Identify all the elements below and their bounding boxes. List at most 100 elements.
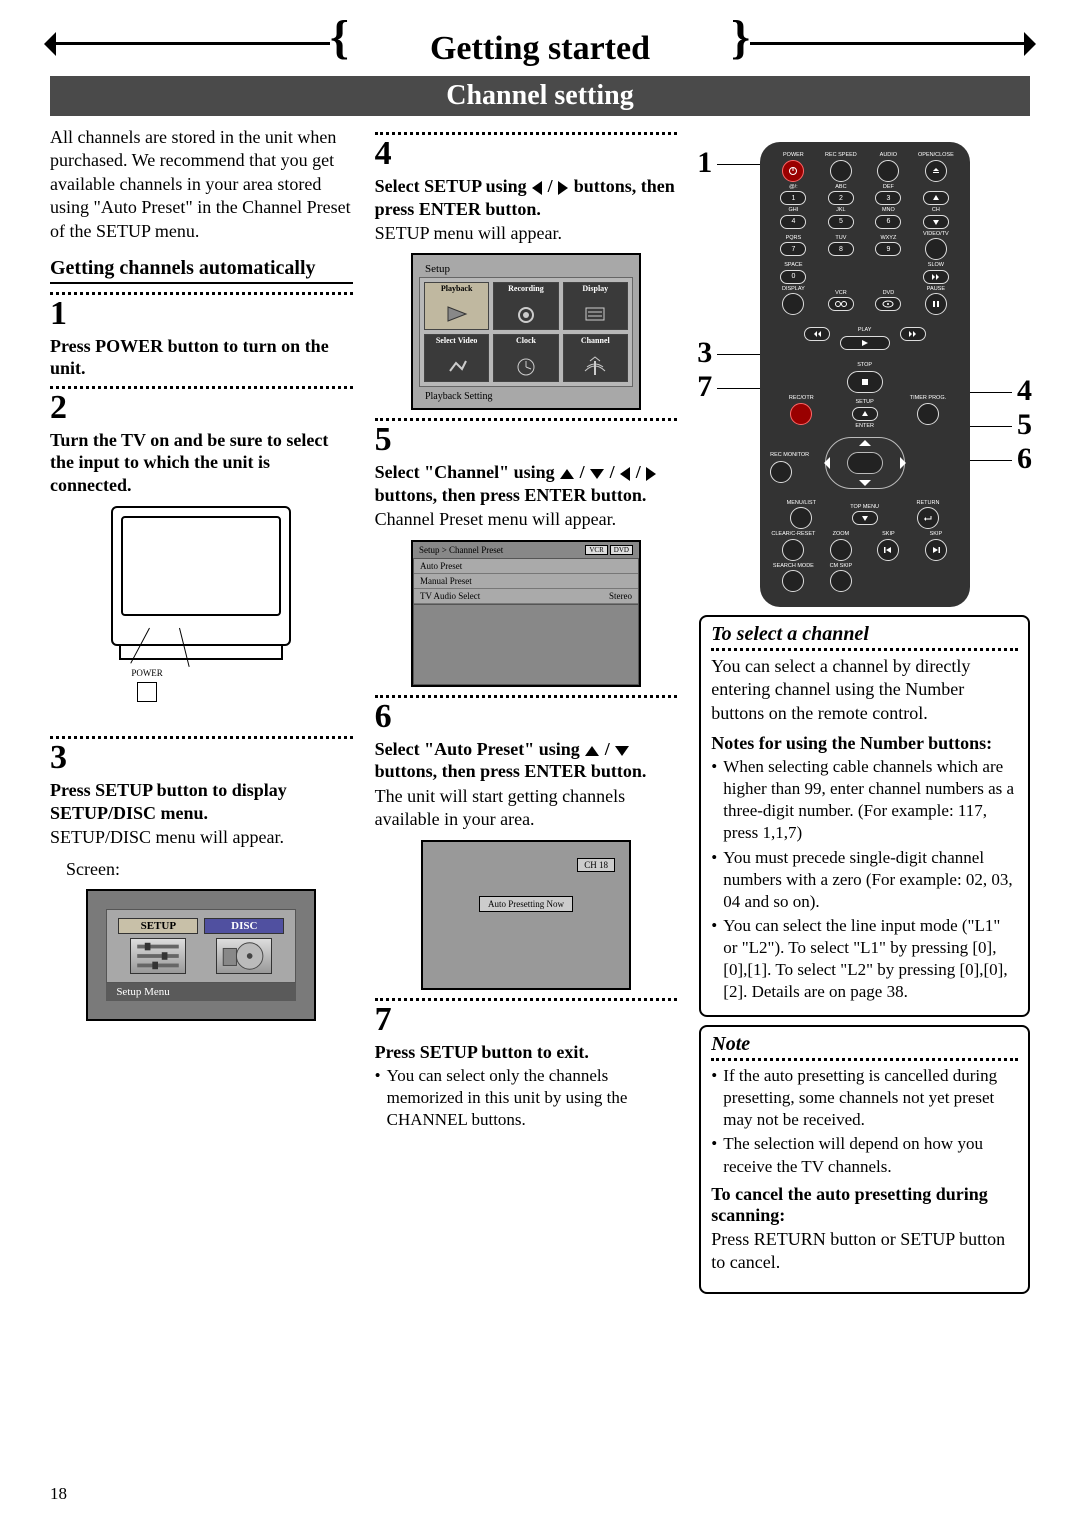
num-2: 2 — [828, 191, 854, 205]
step-6-instruction: Select "Auto Preset" using / buttons, th… — [375, 738, 678, 783]
step-7-number: 7 — [375, 1003, 678, 1037]
step-5-number: 5 — [375, 423, 678, 457]
step-4-number: 4 — [375, 137, 678, 171]
separator — [50, 386, 353, 389]
separator — [50, 736, 353, 739]
down-arrow-icon — [590, 469, 604, 479]
slow-button — [923, 270, 949, 284]
cp-row-manual-preset: Manual Preset — [414, 574, 638, 589]
timer-prog-button — [917, 403, 939, 425]
enter-button — [847, 452, 883, 474]
setup-disc-screen: SETUP DISC Setup Menu — [86, 889, 316, 1021]
tv-power-label: POWER — [131, 668, 163, 678]
left-arrow-icon — [532, 181, 542, 195]
ffwd-button — [900, 327, 926, 341]
callout-6: 6 — [1017, 442, 1032, 476]
page-title: Getting started — [430, 30, 650, 68]
step-5-body: Channel Preset menu will appear. — [375, 508, 678, 531]
sd-disc-label: DISC — [204, 918, 284, 934]
up-arrow-icon — [585, 746, 599, 756]
step-1-number: 1 — [50, 297, 353, 331]
open-close-button — [925, 160, 947, 182]
num-6: 6 — [875, 215, 901, 229]
dpad-up-icon — [859, 434, 871, 446]
tv-power-button-icon — [137, 682, 157, 702]
num-4: 4 — [780, 215, 806, 229]
pause-button — [925, 293, 947, 315]
dpad-right-icon — [900, 457, 912, 469]
num-8: 8 — [828, 242, 854, 256]
note-box: Note If the auto presetting is cancelled… — [699, 1025, 1030, 1294]
setup-menu-title: Setup — [419, 261, 633, 277]
audio-button — [877, 160, 899, 182]
channel-preset-screen: Setup > Channel Preset VCR DVD Auto Pres… — [411, 540, 641, 687]
setup-menu-screen: Setup Playback Recording Display Select … — [411, 253, 641, 410]
top-menu-button — [852, 511, 878, 525]
tv-figure: POWER — [111, 506, 291, 660]
clear-button — [782, 539, 804, 561]
screen-label: Screen: — [50, 858, 353, 881]
stop-button — [847, 371, 883, 393]
rec-speed-button — [830, 160, 852, 182]
setup-sliders-icon — [130, 938, 186, 974]
num-1: 1 — [780, 191, 806, 205]
ap-channel-indicator: CH 18 — [577, 858, 615, 872]
step-5-instruction: Select "Channel" using / / / buttons, th… — [375, 461, 678, 506]
step-1-instruction: Press POWER button to turn on the unit. — [50, 335, 353, 380]
tab-select-video: Select Video — [424, 334, 489, 382]
num-5: 5 — [828, 215, 854, 229]
tab-playback: Playback — [424, 282, 489, 330]
tab-recording: Recording — [493, 282, 558, 330]
subheading-auto-channels: Getting channels automatically — [50, 257, 353, 284]
separator — [50, 292, 353, 295]
separator — [375, 418, 678, 421]
return-button — [917, 507, 939, 529]
down-arrow-icon — [615, 746, 629, 756]
step-3-body: SETUP/DISC menu will appear. — [50, 826, 353, 849]
step-2-instruction: Turn the TV on and be sure to select the… — [50, 429, 353, 497]
note-2: The selection will depend on how you rec… — [711, 1133, 1018, 1177]
cancel-heading: To cancel the auto presetting during sca… — [711, 1184, 1018, 1226]
tab-display: Display — [563, 282, 628, 330]
zoom-button — [830, 539, 852, 561]
section-heading: Channel setting — [50, 76, 1030, 116]
title-brace-right: } — [731, 26, 750, 50]
step-6-number: 6 — [375, 700, 678, 734]
page-title-bar: { Getting started } — [50, 30, 1030, 68]
tab-clock: Clock — [493, 334, 558, 382]
callout-4: 4 — [1017, 374, 1032, 408]
separator — [375, 695, 678, 698]
vcr-badge: VCR — [585, 545, 607, 555]
skip-fwd-button — [925, 539, 947, 561]
rewind-button — [804, 327, 830, 341]
step-7-note: You can select only the channels memoriz… — [375, 1065, 678, 1131]
title-rule-right — [750, 42, 1030, 45]
num-9: 9 — [875, 242, 901, 256]
number-note-2: You must precede single-digit channel nu… — [711, 847, 1018, 913]
vcr-button — [828, 297, 854, 311]
separator — [375, 998, 678, 1001]
dpad: ENTER — [810, 432, 920, 494]
ch-down — [923, 215, 949, 229]
rec-monitor-button — [770, 461, 792, 483]
note-title: Note — [711, 1033, 1018, 1061]
setup-button — [852, 407, 878, 421]
title-rule-left — [50, 42, 330, 45]
number-notes-heading: Notes for using the Number buttons: — [711, 733, 1018, 754]
num-3: 3 — [875, 191, 901, 205]
step-3-number: 3 — [50, 741, 353, 775]
dpad-left-icon — [818, 457, 830, 469]
play-button — [840, 336, 890, 350]
right-arrow-icon — [558, 181, 568, 195]
step-2-number: 2 — [50, 391, 353, 425]
num-7: 7 — [780, 242, 806, 256]
cp-row-tv-audio: TV Audio SelectStereo — [414, 589, 638, 604]
ch-up — [923, 191, 949, 205]
power-button — [782, 160, 804, 182]
setup-menu-footer: Playback Setting — [419, 387, 633, 402]
step-4-instruction: Select SETUP using / buttons, then press… — [375, 175, 678, 220]
menu-list-button — [790, 507, 812, 529]
num-0: 0 — [780, 270, 806, 284]
separator — [375, 132, 678, 135]
column-1: All channels are stored in the unit when… — [50, 126, 353, 1294]
